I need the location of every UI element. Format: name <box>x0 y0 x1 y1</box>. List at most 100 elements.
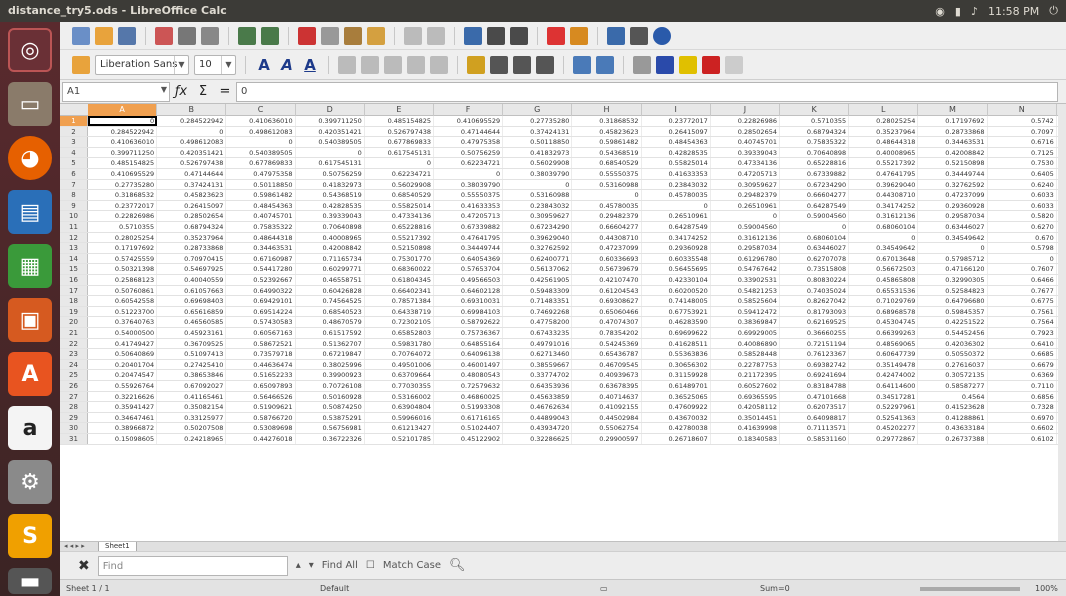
cell[interactable]: 0.5820 <box>988 211 1057 221</box>
cell[interactable]: 0.68968578 <box>849 306 919 317</box>
cell[interactable]: 0.42474002 <box>849 370 919 380</box>
cell[interactable]: 0.47205713 <box>711 169 780 179</box>
cell[interactable]: 0.68540523 <box>296 306 365 317</box>
cell[interactable]: 0.63678395 <box>572 381 642 391</box>
cell[interactable]: 0.45923161 <box>157 328 227 338</box>
terminal-icon[interactable]: ▬ <box>8 568 52 594</box>
cell[interactable]: 0.47074307 <box>572 317 642 327</box>
cell[interactable]: 0.29772867 <box>849 434 919 444</box>
cell[interactable]: 0.40939673 <box>572 370 642 380</box>
cell[interactable]: 0.59861482 <box>226 190 296 200</box>
row-header[interactable]: 18 <box>60 296 88 306</box>
chart-icon[interactable] <box>547 26 565 45</box>
row-header[interactable]: 7 <box>60 179 88 190</box>
cell[interactable]: 0.38039790 <box>434 179 504 190</box>
cell[interactable]: 0.65531536 <box>849 285 919 296</box>
cell[interactable]: 0.54245369 <box>572 338 642 349</box>
cell[interactable]: 0.7125 <box>988 147 1057 158</box>
cell[interactable]: 0.38559667 <box>503 359 573 370</box>
cell[interactable]: 0.63446027 <box>780 243 850 253</box>
cell[interactable]: 0.27616037 <box>918 359 988 370</box>
cell[interactable]: 0 <box>711 211 780 221</box>
cell[interactable]: 0.61213427 <box>365 423 434 433</box>
cell[interactable]: 0.46709545 <box>572 359 642 370</box>
copy-icon[interactable] <box>321 26 339 45</box>
cell[interactable]: 0.50756259 <box>296 169 365 179</box>
cell[interactable]: 0.54000500 <box>88 328 158 338</box>
cell[interactable]: 0.60647739 <box>849 349 919 359</box>
cell[interactable]: 0.5710355 <box>780 116 850 126</box>
cell[interactable]: 0.49501006 <box>365 359 434 370</box>
match-case-checkbox[interactable]: ☐ <box>366 560 375 571</box>
cell[interactable]: 0 <box>849 232 919 243</box>
row-header[interactable]: 31 <box>60 434 88 444</box>
row-header[interactable]: 3 <box>60 137 88 147</box>
cell[interactable]: 0.34463531 <box>226 243 296 253</box>
cell[interactable]: 0.28733868 <box>918 126 988 137</box>
row-header[interactable]: 20 <box>60 317 88 327</box>
cell[interactable]: 0.6775 <box>988 296 1057 306</box>
cell[interactable]: 0.40745701 <box>711 137 780 147</box>
cell[interactable]: 0.42780038 <box>642 423 711 433</box>
cell[interactable]: 0.61057663 <box>157 285 227 296</box>
cell[interactable]: 0.78354202 <box>572 328 642 338</box>
cell[interactable]: 0.40745701 <box>226 211 296 221</box>
cell[interactable]: 0.68540529 <box>572 158 642 168</box>
cell[interactable]: 0.55926764 <box>88 381 158 391</box>
cell[interactable]: 0.26510961 <box>711 200 780 211</box>
cell[interactable]: 0.46283590 <box>642 317 711 327</box>
cell[interactable]: 0.27425410 <box>157 359 227 370</box>
cell[interactable]: 0.48454363 <box>226 200 296 211</box>
row-header[interactable]: 28 <box>60 402 88 412</box>
align-left-icon[interactable] <box>338 55 356 74</box>
cell[interactable]: 0.33125977 <box>157 412 227 423</box>
cell[interactable]: 0.55217392 <box>849 158 919 168</box>
cell[interactable]: 0.5710355 <box>88 222 158 232</box>
cell[interactable]: 0.6102 <box>988 434 1057 444</box>
cell[interactable]: 0.21172395 <box>711 370 780 380</box>
sheet-nav-arrows[interactable]: ◂ ◂ ▸ ▸ <box>64 542 85 550</box>
cell[interactable]: 0 <box>642 200 711 211</box>
cell[interactable]: 0.45823623 <box>572 126 642 137</box>
cell[interactable]: 0.50874250 <box>296 402 365 412</box>
cell[interactable]: 0.410695529 <box>88 169 158 179</box>
cell[interactable]: 0 <box>88 116 158 126</box>
conditional-format-icon[interactable] <box>725 55 743 74</box>
cell[interactable]: 0.76123367 <box>780 349 850 359</box>
vertical-scrollbar[interactable] <box>1058 104 1066 541</box>
cell[interactable]: 0.15098605 <box>88 434 158 444</box>
cell[interactable]: 0.51909621 <box>226 402 296 412</box>
autospell-icon[interactable] <box>261 26 279 45</box>
cell[interactable]: 0.58766720 <box>226 412 296 423</box>
cell[interactable]: 0.50760861 <box>88 285 158 296</box>
cell[interactable]: 0.677869833 <box>226 158 296 168</box>
cell[interactable]: 0.46860025 <box>434 391 504 402</box>
cell[interactable]: 0.41633353 <box>642 169 711 179</box>
cell[interactable]: 0.60567163 <box>226 328 296 338</box>
cell[interactable]: 0.485154825 <box>88 158 158 168</box>
cell[interactable]: 0.34463531 <box>918 137 988 147</box>
cell[interactable]: 0.69929005 <box>711 328 780 338</box>
cell[interactable]: 0.56029908 <box>503 158 573 168</box>
cell[interactable]: 0.23843032 <box>503 200 573 211</box>
cell[interactable]: 0.34517281 <box>849 391 919 402</box>
cell[interactable]: 0.57985712 <box>918 253 988 264</box>
cell[interactable]: 0.59845357 <box>918 306 988 317</box>
cell[interactable]: 0.64855164 <box>434 338 504 349</box>
print-icon[interactable] <box>178 26 196 45</box>
cell[interactable]: 0.540389505 <box>296 137 365 147</box>
navigator-icon[interactable] <box>607 26 625 45</box>
cell[interactable]: 0.55363836 <box>642 349 711 359</box>
cell[interactable]: 0.41832973 <box>296 179 365 190</box>
spreadsheet-grid[interactable]: ABCDEFGHIJKLMN 1 0 0.284522942 0.410636010 0… <box>60 104 1066 541</box>
cell[interactable]: 0.17197692 <box>918 116 988 126</box>
cell[interactable]: 0.66399263 <box>849 328 919 338</box>
cell[interactable]: 0.37424131 <box>157 179 227 190</box>
cell[interactable]: 0.74692268 <box>503 306 573 317</box>
cell[interactable]: 0.55062754 <box>572 423 642 433</box>
cell[interactable]: 0.74148005 <box>642 296 711 306</box>
cell[interactable]: 0.70640898 <box>296 222 365 232</box>
cell[interactable]: 0.7923 <box>988 328 1057 338</box>
cell[interactable]: 0.54697925 <box>157 264 227 274</box>
cell[interactable]: 0.40086890 <box>711 338 780 349</box>
